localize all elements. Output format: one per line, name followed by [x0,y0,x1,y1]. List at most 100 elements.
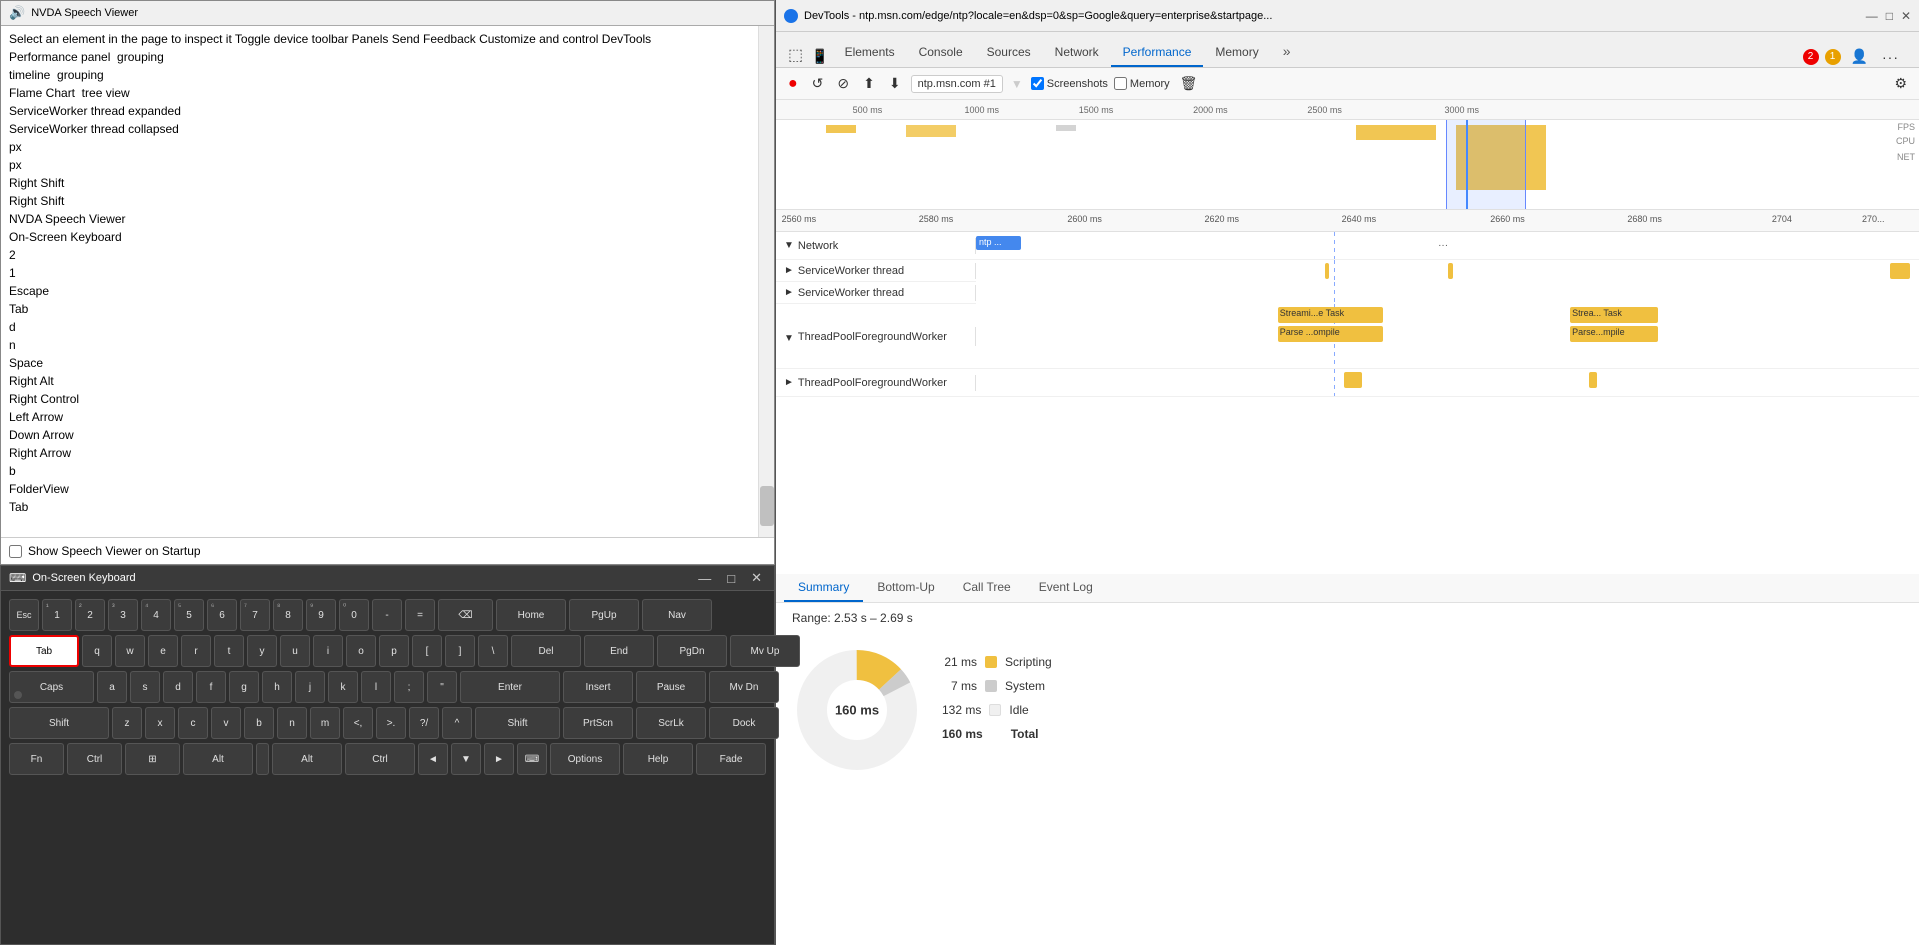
tab-elements[interactable]: Elements [833,39,907,67]
key-insert[interactable]: Insert [563,671,633,703]
tpfw2-task1[interactable] [1344,372,1362,388]
key-keyboard[interactable]: ⌨ [517,743,547,775]
key-o[interactable]: o [346,635,376,667]
key-5[interactable]: ⁵5 [174,599,204,631]
timeline-selection[interactable] [1446,120,1526,209]
key-pgdn[interactable]: PgDn [657,635,727,667]
key-slash[interactable]: ?/ [409,707,439,739]
key-t[interactable]: t [214,635,244,667]
track-expand-sw2[interactable]: ► [784,287,794,298]
key-m[interactable]: m [310,707,340,739]
key-pgup[interactable]: PgUp [569,599,639,631]
key-down-arrow[interactable]: ▼ [451,743,481,775]
key-x[interactable]: x [145,707,175,739]
key-end[interactable]: End [584,635,654,667]
track-expand-tpfw2[interactable]: ► [784,377,794,388]
track-expand-sw1[interactable]: ► [784,265,794,276]
key-scrlk[interactable]: ScrLk [636,707,706,739]
key-prtscn[interactable]: PrtScn [563,707,633,739]
tab-memory[interactable]: Memory [1203,39,1270,67]
key-w[interactable]: w [115,635,145,667]
key-options[interactable]: Options [550,743,620,775]
key-backslash[interactable]: \ [478,635,508,667]
key-backspace[interactable]: ⌫ [438,599,493,631]
upload-btn[interactable]: ⬆ [859,73,879,94]
key-c[interactable]: c [178,707,208,739]
key-left-arrow[interactable]: ◄ [418,743,448,775]
key-u[interactable]: u [280,635,310,667]
track-label-tpfw2[interactable]: ► ThreadPoolForegroundWorker [776,375,976,391]
key-2[interactable]: ²2 [75,599,105,631]
key-win[interactable]: ⊞ [125,743,180,775]
key-k[interactable]: k [328,671,358,703]
key-b[interactable]: b [244,707,274,739]
tab-summary[interactable]: Summary [784,574,863,602]
track-label-tpfw1[interactable]: ▼ ThreadPoolForegroundWorker [776,327,976,346]
key-j[interactable]: j [295,671,325,703]
key-dock[interactable]: Dock [709,707,779,739]
key-0[interactable]: ⁰0 [339,599,369,631]
key-semicolon[interactable]: ; [394,671,424,703]
task-parse2[interactable]: Parse...mpile [1570,326,1658,342]
key-shift-left[interactable]: Shift [9,707,109,739]
osk-restore-btn[interactable]: □ [723,571,739,586]
key-q[interactable]: q [82,635,112,667]
key-8[interactable]: ⁸8 [273,599,303,631]
key-caps[interactable]: Caps [9,671,94,703]
osk-minimize-btn[interactable]: — [694,571,715,586]
key-n[interactable]: n [277,707,307,739]
key-up-arrow[interactable]: ^ [442,707,472,739]
user-preferences-btn[interactable]: 👤 [1847,46,1872,67]
key-comma[interactable]: <, [343,707,373,739]
key-g[interactable]: g [229,671,259,703]
memory-checkbox[interactable] [1114,77,1127,90]
tab-bottom-up[interactable]: Bottom-Up [863,574,948,602]
tab-performance[interactable]: Performance [1111,39,1204,67]
key-7[interactable]: ⁷7 [240,599,270,631]
tab-console[interactable]: Console [907,39,975,67]
track-label-sw2[interactable]: ► ServiceWorker thread [776,285,976,301]
tab-event-log[interactable]: Event Log [1025,574,1107,602]
download-btn[interactable]: ⬇ [885,73,905,94]
key-right-arrow[interactable]: ► [484,743,514,775]
key-l[interactable]: l [361,671,391,703]
refresh-profile-btn[interactable]: ↺ [808,73,828,94]
screenshots-checkbox-label[interactable]: Screenshots [1031,77,1108,90]
task-stream1[interactable]: Streami...e Task [1278,307,1383,323]
osk-close-btn[interactable]: ✕ [747,570,766,586]
key-4[interactable]: ⁴4 [141,599,171,631]
key-space[interactable] [256,743,269,775]
network-bar-ntp[interactable]: ntp ... [976,236,1021,250]
key-home[interactable]: Home [496,599,566,631]
key-3[interactable]: ³3 [108,599,138,631]
key-period[interactable]: >. [376,707,406,739]
key-rbracket[interactable]: ] [445,635,475,667]
key-enter[interactable]: Enter [460,671,560,703]
key-a[interactable]: a [97,671,127,703]
perf-tracks[interactable]: ▼ Network ntp ... ··· ► ServiceWorker th… [776,232,1919,574]
key-1[interactable]: ¹1 [42,599,72,631]
key-alt-right[interactable]: Alt [272,743,342,775]
key-d[interactable]: d [163,671,193,703]
scrollbar-thumb[interactable] [760,486,774,526]
devtools-close-btn[interactable]: ✕ [1901,9,1911,23]
key-e[interactable]: e [148,635,178,667]
key-ctrl-right[interactable]: Ctrl [345,743,415,775]
overview-timeline[interactable]: 500 ms 1000 ms 1500 ms 2000 ms 2500 ms 3… [776,100,1919,210]
key-r[interactable]: r [181,635,211,667]
key-alt-left[interactable]: Alt [183,743,253,775]
track-expand-network[interactable]: ▼ [784,240,794,251]
speech-viewer-scrollbar[interactable] [758,26,774,537]
key-f[interactable]: f [196,671,226,703]
key-help[interactable]: Help [623,743,693,775]
key-mvup[interactable]: Mv Up [730,635,800,667]
track-label-network[interactable]: ▼ Network [776,238,976,254]
speech-viewer-content[interactable]: Select an element in the page to inspect… [1,26,774,537]
tab-more[interactable]: » [1271,37,1303,67]
tab-sources[interactable]: Sources [975,39,1043,67]
key-9[interactable]: ⁹9 [306,599,336,631]
key-s[interactable]: s [130,671,160,703]
stop-btn[interactable]: ⊘ [833,73,853,94]
key-fn[interactable]: Fn [9,743,64,775]
key-z[interactable]: z [112,707,142,739]
